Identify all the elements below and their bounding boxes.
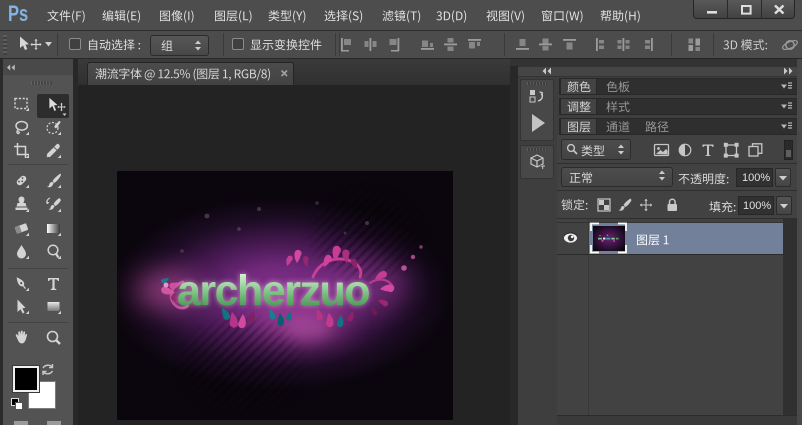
svg-text:archerzuo: archerzuo	[177, 267, 369, 315]
